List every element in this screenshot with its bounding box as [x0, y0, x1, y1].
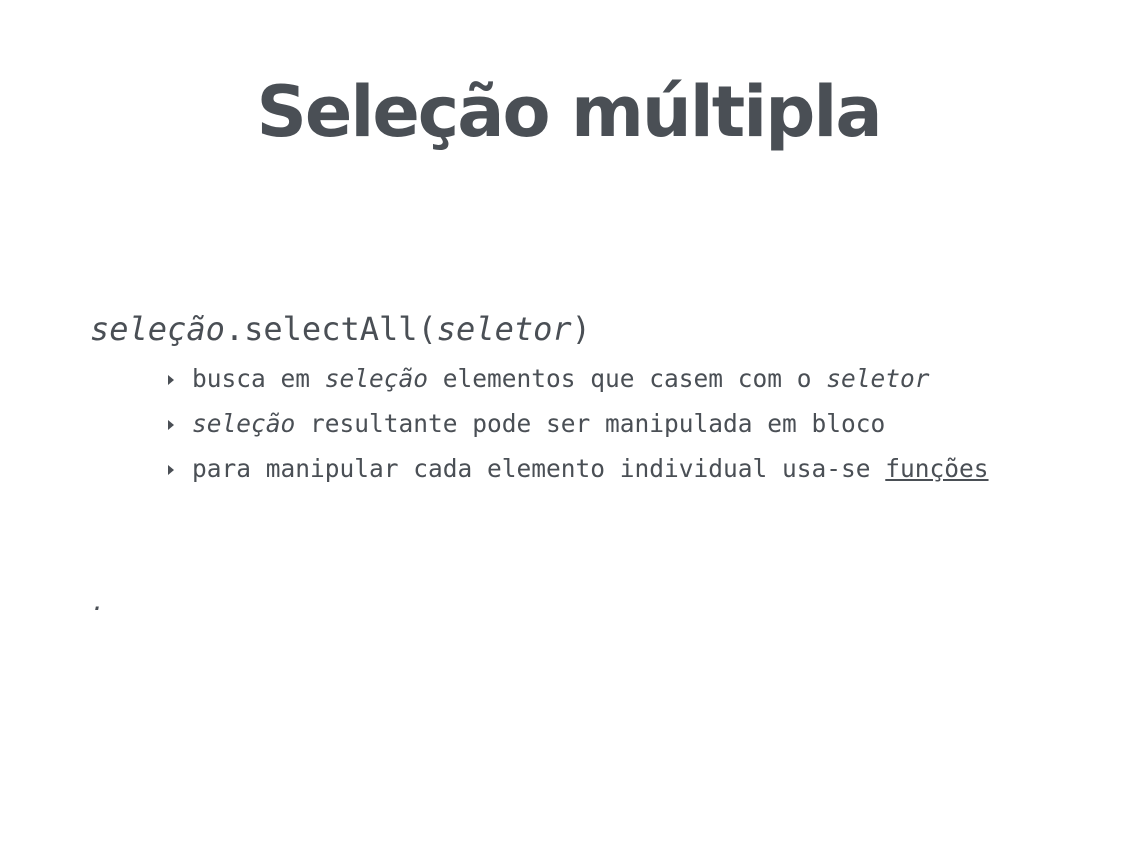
bullet-item: busca em seleção elementos que casem com…: [166, 363, 1066, 395]
bullet-text: para manipular cada elemento individual …: [192, 454, 886, 483]
bullet-item: seleção resultante pode ser manipulada e…: [166, 408, 1066, 440]
bullet-emphasis: seletor: [826, 364, 930, 393]
signature-param: seletor: [436, 310, 572, 348]
bullet-text: resultante pode ser manipulada em bloco: [295, 409, 886, 438]
signature-close: ): [571, 310, 591, 348]
bullet-emphasis: seleção: [324, 364, 429, 393]
triangle-bullet-icon: [168, 420, 174, 430]
slide-title: Seleção múltipla: [256, 71, 882, 153]
method-signature: seleção.selectAll(seletor): [90, 307, 591, 351]
funcoes-link[interactable]: funções: [885, 454, 988, 483]
bullet-emphasis: seleção: [192, 409, 296, 438]
signature-object: seleção: [90, 310, 225, 348]
bullet-item: para manipular cada elemento individual …: [166, 453, 1066, 485]
signature-method: .selectAll(: [224, 310, 437, 348]
bullet-text: busca em: [192, 364, 325, 393]
triangle-bullet-icon: [168, 465, 174, 475]
triangle-bullet-icon: [168, 375, 174, 385]
slide: Seleção múltipla seleção.selectAll(selet…: [0, 0, 1137, 853]
bullet-text: elementos que casem com o: [428, 364, 827, 393]
bullet-list: busca em seleção elementos que casem com…: [166, 363, 1066, 498]
trailing-dot: .: [91, 588, 106, 616]
